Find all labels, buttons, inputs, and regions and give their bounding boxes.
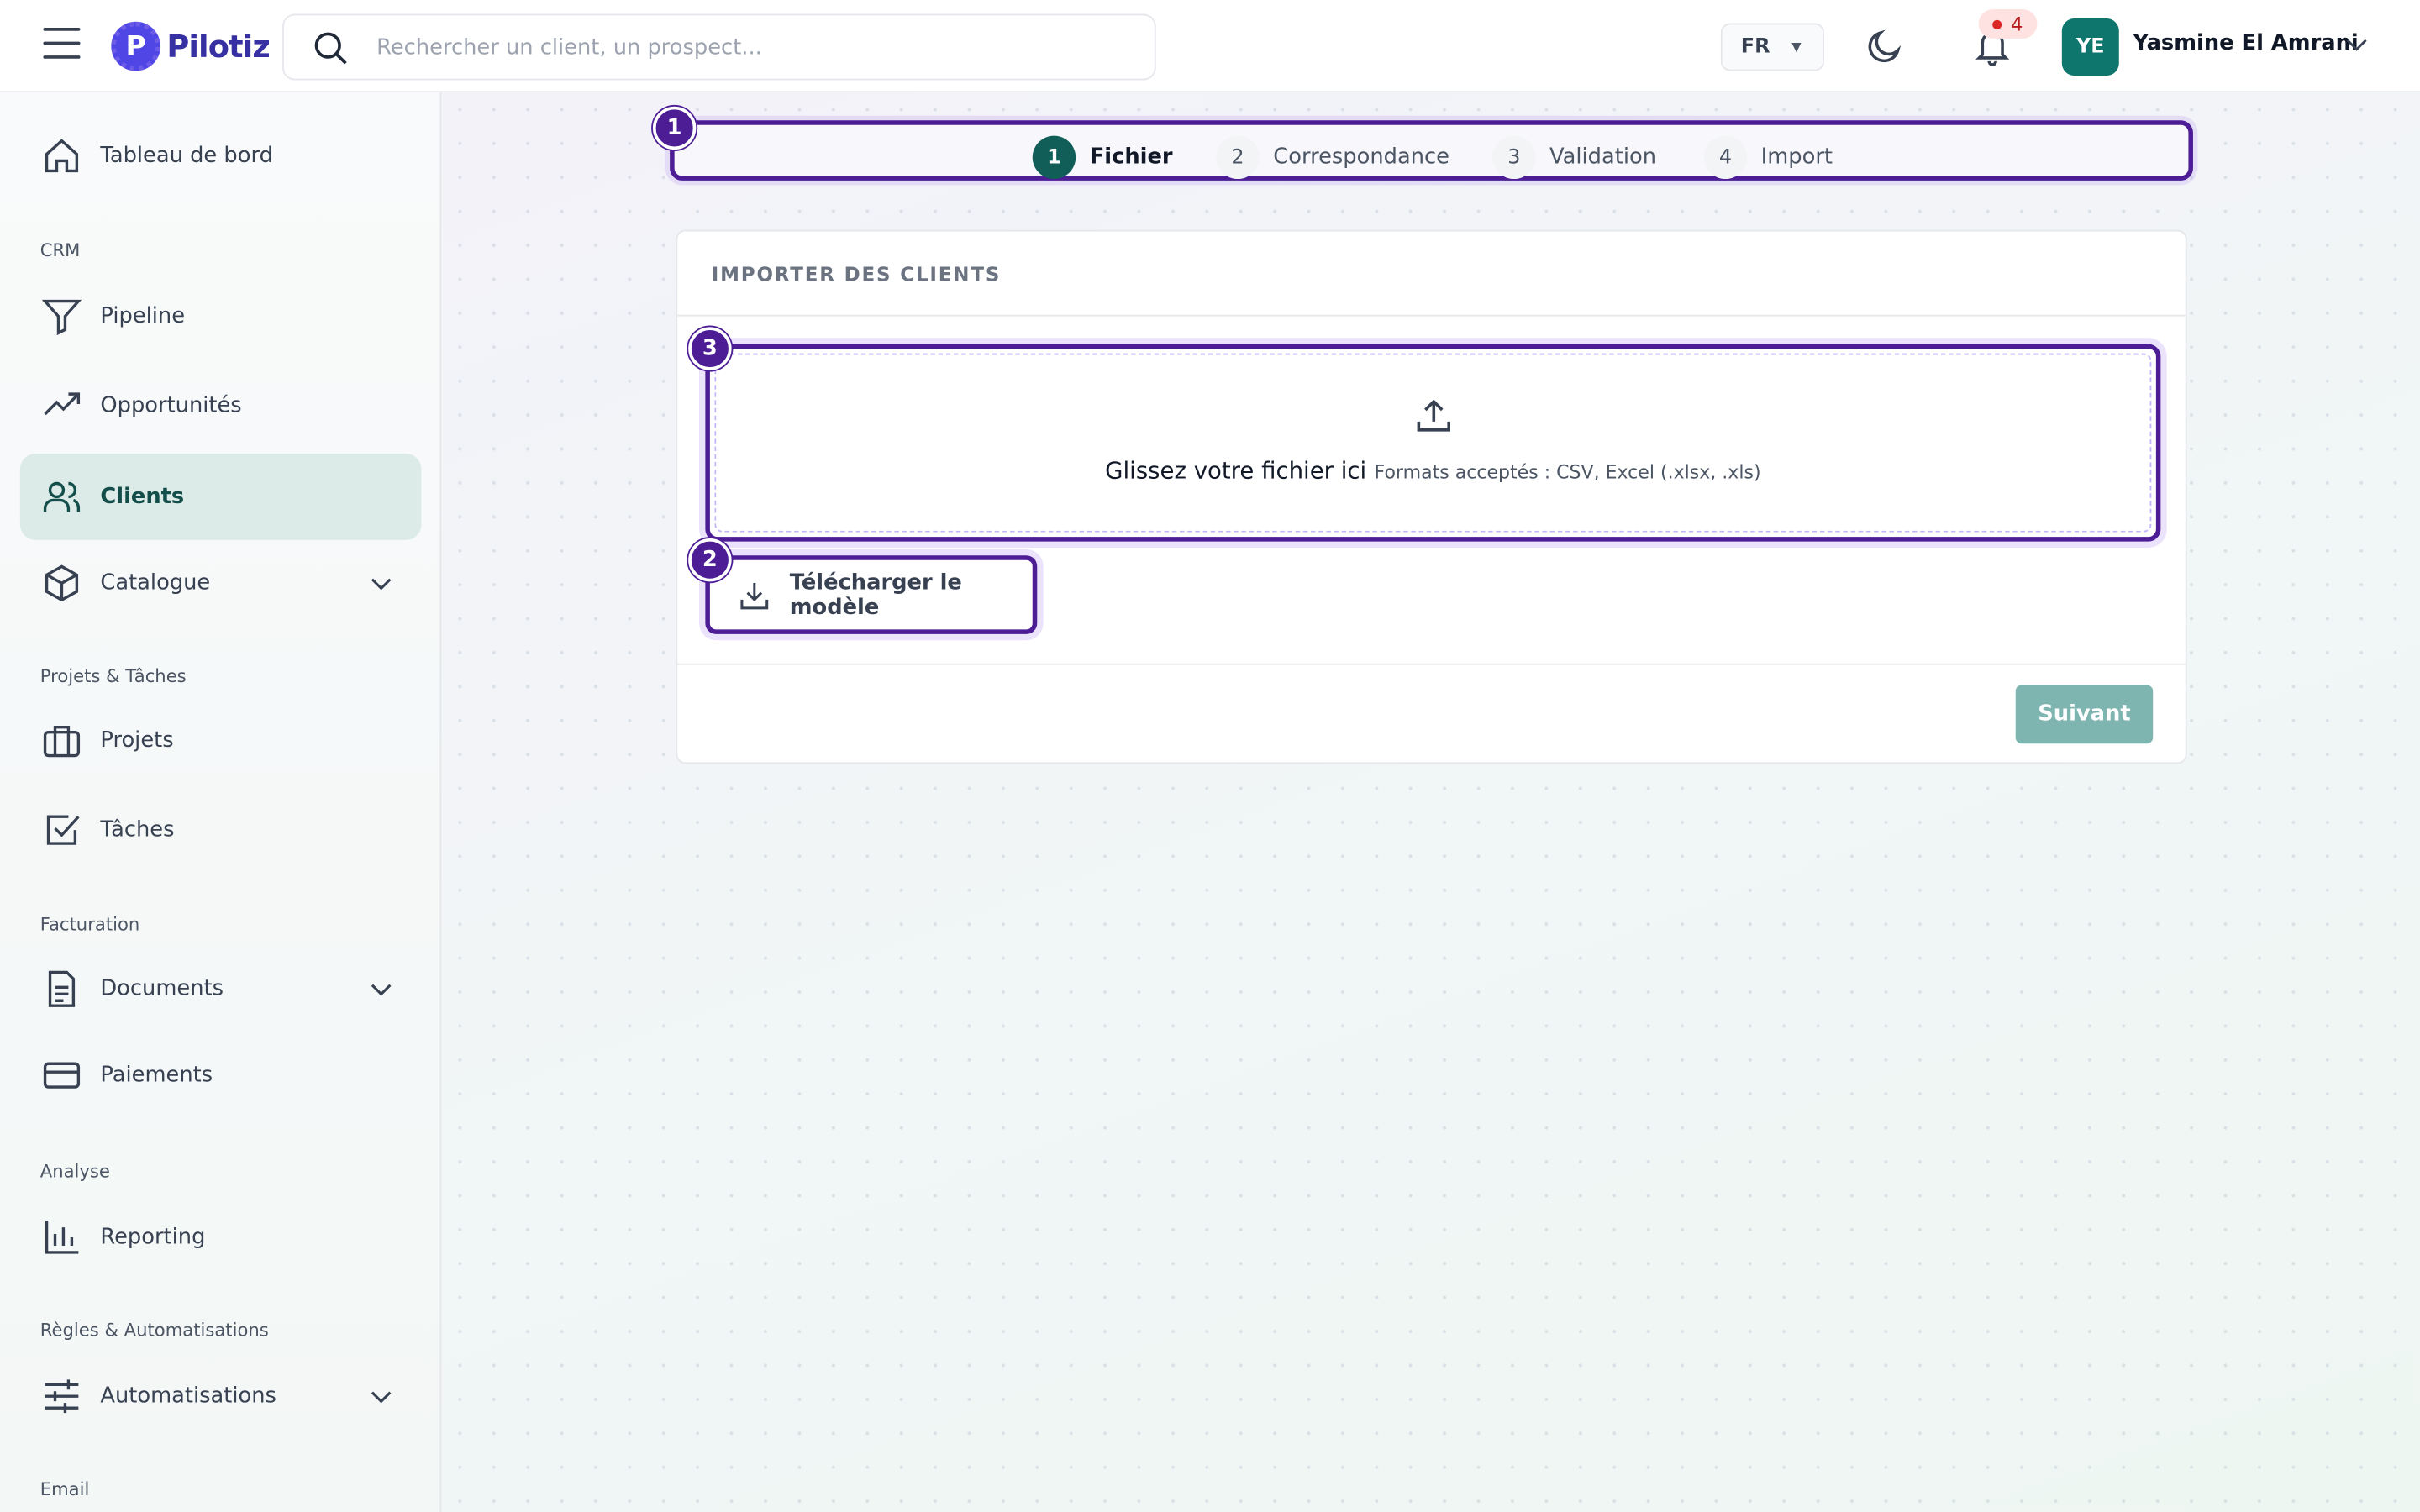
file-dropzone[interactable]: Glissez votre fichier ici Formats accept… bbox=[705, 344, 2161, 542]
credit-card-icon bbox=[43, 1062, 81, 1089]
chevron-down-icon[interactable] bbox=[366, 568, 397, 599]
brand-logo[interactable]: P Pilotiz bbox=[111, 21, 271, 71]
step-number: 1 bbox=[1032, 135, 1076, 180]
annotation-marker-1: 1 bbox=[652, 106, 697, 150]
sidebar-item-label: Automatisations bbox=[100, 1383, 276, 1409]
sidebar-item-payments[interactable]: Paiements bbox=[20, 1032, 422, 1119]
step-file[interactable]: 1 Fichier bbox=[1032, 135, 1173, 180]
step-number: 4 bbox=[1703, 135, 1748, 180]
sidebar-item-dashboard[interactable]: Tableau de bord bbox=[20, 113, 422, 199]
step-label: Fichier bbox=[1089, 144, 1173, 171]
notification-badge: 4 bbox=[1978, 9, 2037, 39]
card-title: IMPORTER DES CLIENTS bbox=[711, 262, 1002, 286]
step-mapping[interactable]: 2 Correspondance bbox=[1216, 135, 1450, 180]
top-bar: P Pilotiz FR ▼ 4 YE Yasmine El Amrani bbox=[0, 0, 2420, 93]
sidebar-item-label: Pipeline bbox=[100, 303, 186, 329]
menu-icon[interactable] bbox=[43, 28, 81, 61]
dropzone-text: Glissez votre fichier ici Formats accept… bbox=[710, 455, 2156, 485]
sidebar-item-clients[interactable]: Clients bbox=[19, 453, 422, 540]
section-label-projects: Projets & Tâches bbox=[39, 664, 187, 687]
users-icon bbox=[43, 481, 81, 512]
download-template-button[interactable]: Télécharger le modèle bbox=[705, 555, 1038, 634]
step-label: Import bbox=[1760, 144, 1833, 171]
avatar[interactable]: YE bbox=[2061, 18, 2119, 76]
notification-count: 4 bbox=[2011, 13, 2023, 35]
dropzone-title: Glissez votre fichier ici bbox=[1105, 456, 1367, 485]
search-input[interactable] bbox=[376, 34, 1087, 60]
download-template-label: Télécharger le modèle bbox=[789, 570, 962, 620]
sidebar-item-projects[interactable]: Projets bbox=[20, 697, 422, 784]
search-icon bbox=[314, 31, 347, 64]
brand-name: Pilotiz bbox=[166, 28, 270, 66]
chevron-down-icon[interactable] bbox=[366, 1381, 397, 1412]
home-icon bbox=[45, 139, 79, 173]
import-stepper: 1 Fichier 2 Correspondance 3 Validation … bbox=[670, 120, 2193, 181]
section-label-email: Email bbox=[39, 1478, 90, 1500]
briefcase-icon bbox=[43, 726, 81, 758]
divider bbox=[677, 663, 2186, 665]
bar-chart-icon bbox=[45, 1221, 79, 1254]
divider bbox=[677, 314, 2186, 317]
annotation-marker-3: 3 bbox=[688, 327, 732, 370]
sidebar-item-opportunities[interactable]: Opportunités bbox=[20, 363, 422, 449]
dot-icon bbox=[1992, 18, 2002, 29]
caret-down-icon: ▼ bbox=[1791, 39, 1802, 55]
sidebar-item-reporting[interactable]: Reporting bbox=[20, 1194, 422, 1281]
step-validation[interactable]: 3 Validation bbox=[1492, 135, 1657, 180]
section-label-rules: Règles & Automatisations bbox=[39, 1319, 269, 1341]
step-label: Validation bbox=[1549, 144, 1657, 171]
step-label: Correspondance bbox=[1273, 144, 1450, 171]
box-icon bbox=[45, 564, 79, 602]
sidebar-item-automations[interactable]: Automatisations bbox=[20, 1353, 422, 1440]
section-label-analysis: Analyse bbox=[39, 1160, 110, 1182]
sidebar-item-tasks[interactable]: Tâches bbox=[20, 787, 422, 874]
language-value: FR bbox=[1740, 35, 1770, 59]
sidebar-item-label: Reporting bbox=[100, 1225, 206, 1250]
sidebar-item-label: Clients bbox=[100, 484, 185, 510]
checkbox-icon bbox=[46, 815, 80, 845]
annotation-marker-2: 2 bbox=[688, 538, 732, 582]
import-clients-card: IMPORTER DES CLIENTS Glissez votre fichi… bbox=[676, 229, 2187, 764]
trending-up-icon bbox=[44, 392, 81, 416]
sliders-icon bbox=[45, 1379, 79, 1414]
sidebar-item-label: Documents bbox=[100, 976, 224, 1002]
section-label-crm: CRM bbox=[39, 239, 81, 261]
sidebar-item-label: Tâches bbox=[100, 817, 175, 843]
step-number: 2 bbox=[1216, 135, 1260, 180]
next-button[interactable]: Suivant bbox=[2015, 685, 2154, 744]
sidebar-item-label: Catalogue bbox=[100, 570, 211, 596]
user-name[interactable]: Yasmine El Amrani bbox=[2133, 31, 2358, 55]
chevron-down-icon[interactable] bbox=[2343, 31, 2370, 59]
sidebar-item-label: Tableau de bord bbox=[100, 143, 273, 169]
sidebar-item-label: Opportunités bbox=[100, 393, 242, 418]
sidebar-item-documents[interactable]: Documents bbox=[20, 946, 422, 1032]
search-bar[interactable] bbox=[282, 13, 1156, 81]
moon-icon[interactable] bbox=[1865, 26, 1905, 66]
logo-mark: P bbox=[111, 21, 161, 71]
funnel-icon bbox=[41, 299, 82, 336]
section-label-billing: Facturation bbox=[39, 913, 140, 936]
sidebar-item-label: Paiements bbox=[100, 1063, 213, 1088]
document-icon bbox=[48, 970, 76, 1007]
sidebar: Tableau de bord CRM Pipeline Opportunité… bbox=[0, 92, 442, 1512]
step-number: 3 bbox=[1492, 135, 1536, 180]
upload-icon bbox=[1417, 399, 1450, 432]
sidebar-item-pipeline[interactable]: Pipeline bbox=[20, 273, 422, 360]
language-select[interactable]: FR ▼ bbox=[1720, 23, 1824, 71]
sidebar-item-label: Projets bbox=[100, 727, 174, 753]
step-import[interactable]: 4 Import bbox=[1703, 135, 1833, 180]
dropzone-border bbox=[714, 353, 2152, 533]
download-icon bbox=[740, 582, 769, 609]
chevron-down-icon[interactable] bbox=[366, 974, 397, 1005]
dropzone-formats: Formats acceptés : CSV, Excel (.xlsx, .x… bbox=[1374, 461, 1761, 483]
sidebar-item-catalogue[interactable]: Catalogue bbox=[20, 540, 422, 627]
